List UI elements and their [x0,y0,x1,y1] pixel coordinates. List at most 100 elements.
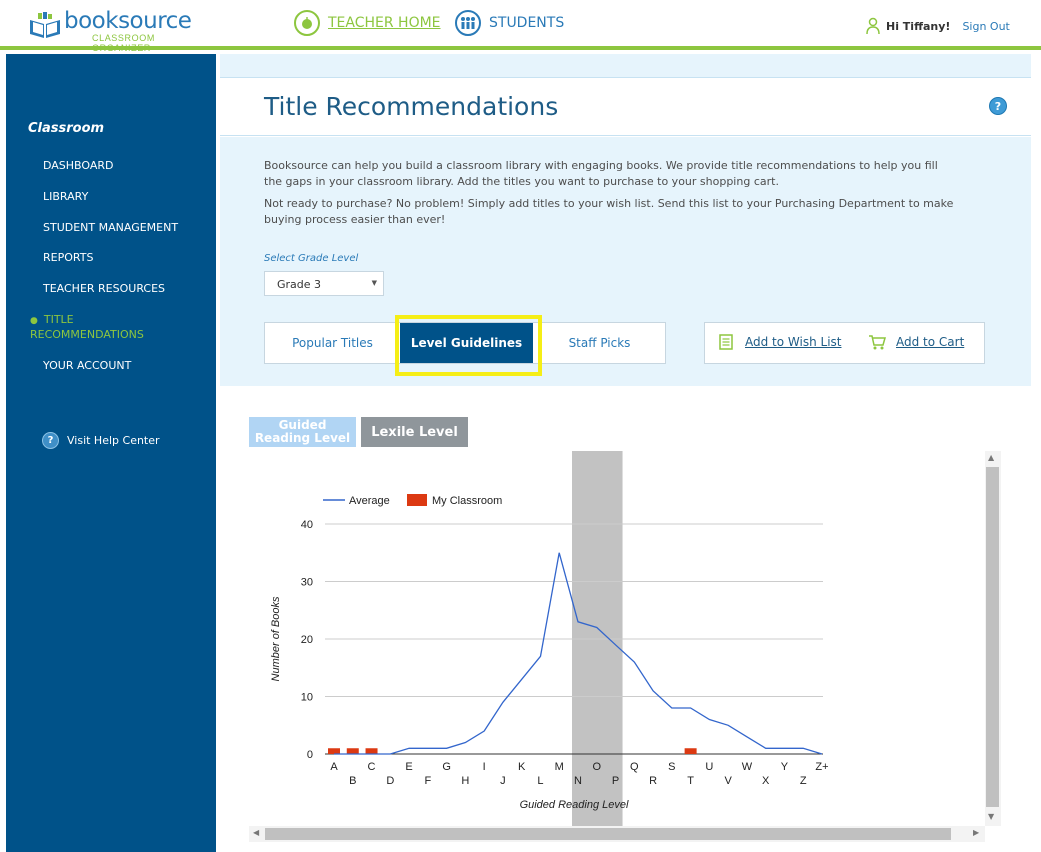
sidebar-item-library[interactable]: LIBRARY [43,190,88,203]
tab-level-guidelines[interactable]: Level Guidelines [400,323,533,363]
y-axis-title: Number of Books [270,596,282,681]
tab-popular-titles[interactable]: Popular Titles [265,323,400,363]
help-center-label: Visit Help Center [67,434,160,447]
dropdown-arrow-icon: ▼ [371,279,377,287]
x-tick-label: U [705,761,713,773]
user-greeting: Hi Tiffany! [886,19,951,33]
x-tick-label: S [668,761,675,773]
scroll-up-icon[interactable]: ▲ [988,453,994,462]
x-tick-label: G [442,761,451,773]
wish-list-label: Add to Wish List [745,335,842,349]
help-button[interactable]: ? [989,97,1007,115]
vertical-scroll-thumb[interactable] [986,467,999,807]
level-chart: 0 10 20 30 40 ABCDEFGH I JKLMNOPQRSTUVWXYZ Z+ Gui… [270,451,829,826]
wish-list-icon [719,334,733,350]
sidebar-item-title-recommendations[interactable]: ● TITLE [30,313,74,326]
user-menu: Hi Tiffany! Sign Out [866,16,1010,36]
booksource-logo[interactable]: booksource CLASSROOM ORGANIZER [28,6,208,53]
guided-reading-level-toggle[interactable]: Guided Reading Level [249,417,356,447]
user-icon [866,17,880,35]
sign-out-link[interactable]: Sign Out [962,20,1009,33]
add-to-cart-button[interactable]: Add to Cart [868,334,964,350]
sidebar-item-reports[interactable]: REPORTS [43,251,93,264]
add-to-wish-list-button[interactable]: Add to Wish List [719,334,842,350]
help-center-link[interactable]: ? Visit Help Center [42,432,160,449]
x-tick-label: H [461,775,469,787]
help-circle-icon: ? [42,432,59,449]
cart-icon [869,335,886,350]
x-tick-label: J [500,775,506,787]
y-tick-label: 10 [301,692,313,704]
top-strip [220,54,1031,78]
apple-icon [294,10,320,36]
intro-paragraph-1: Booksource can help you build a classroo… [264,159,938,188]
teacher-home-label: TEACHER HOME [328,15,441,31]
horizontal-scroll-thumb[interactable] [265,828,951,840]
sidebar-item-teacher-resources[interactable]: TEACHER RESOURCES [43,282,165,295]
sidebar-item-your-account[interactable]: YOUR ACCOUNT [43,359,131,372]
chart-frame: 0 10 20 30 40 A B C D E F G H I J K L M N O P Q R S T U V W X Y Z Z+ Gui… [249,451,985,826]
x-axis-title: Guided Reading Level [520,799,629,811]
book-logo-icon [30,12,60,38]
x-tick-label: R [649,775,657,787]
x-tick-label: C [368,761,376,773]
x-tick-label: T [687,775,694,787]
x-tick-label: I [483,761,486,773]
logo-subtitle: CLASSROOM ORGANIZER [92,33,155,53]
teacher-home-link[interactable]: TEACHER HOME [294,10,441,36]
x-tick-label: E [405,761,412,773]
x-tick-label: P [612,775,619,787]
sidebar-title: Classroom [28,121,105,136]
legend-average-label: Average [349,495,390,507]
classroom-bar [684,748,697,754]
y-tick-label: 40 [301,519,313,531]
y-tick-label: 0 [307,749,313,761]
intro-paragraph-2: Not ready to purchase? No problem! Simpl… [264,197,954,226]
classroom-bar [365,748,378,754]
x-tick-label: Q [630,761,639,773]
grade-level-label: Select Grade Level [264,253,359,264]
x-tick-label: D [386,775,394,787]
cart-label: Add to Cart [896,335,965,349]
x-tick-label: Z+ [815,761,828,773]
top-header: booksource CLASSROOM ORGANIZER TEACHER H… [0,0,1041,53]
vertical-scrollbar[interactable]: ▲ ▼ [985,451,1001,826]
classroom-bar [328,748,340,754]
active-bullet: ● [30,316,38,326]
sidebar-item-student-management[interactable]: STUDENT MANAGEMENT [43,221,178,234]
grade-level-value: Grade 3 [277,278,322,291]
page-title: Title Recommendations [264,92,559,121]
x-tick-label: X [762,775,770,787]
x-tick-label: A [330,761,338,773]
logo-name: booksource [64,8,192,34]
legend-classroom-label: My Classroom [432,495,502,507]
scroll-right-icon[interactable]: ▶ [973,828,979,837]
info-panel: Booksource can help you build a classroo… [220,137,1031,386]
x-tick-label: F [424,775,431,787]
scroll-left-icon[interactable]: ◀ [253,828,259,837]
horizontal-scrollbar[interactable]: ◀ ▶ [249,826,985,842]
tab-staff-picks[interactable]: Staff Picks [533,323,666,363]
students-label: STUDENTS [489,15,565,31]
cart-actions: Add to Wish List Add to Cart [704,322,985,364]
students-icon [455,10,481,36]
scroll-down-icon[interactable]: ▼ [988,812,994,821]
x-tick-label: K [518,761,526,773]
x-tick-label: N [574,775,582,787]
x-tick-label: W [742,761,753,773]
x-tick-label: V [724,775,732,787]
grade-level-select[interactable]: Grade 3 ▼ [264,271,384,296]
classroom-bar [346,748,359,754]
x-tick-label: O [592,761,601,773]
sidebar-item-label-line1: TITLE [43,313,74,326]
lexile-level-toggle[interactable]: Lexile Level [361,417,468,447]
y-tick-label: 20 [301,634,313,646]
students-link[interactable]: STUDENTS [455,10,564,36]
x-tick-label: B [349,775,356,787]
title-bar: Title Recommendations ? [220,78,1031,136]
sidebar-item-title-recommendations-line2[interactable]: RECOMMENDATIONS [30,328,144,341]
sidebar: Classroom DASHBOARD LIBRARY STUDENT MANA… [6,54,216,852]
recommendation-tabs: Popular Titles Level Guidelines Staff Pi… [264,322,666,364]
x-tick-label: L [537,775,543,787]
sidebar-item-dashboard[interactable]: DASHBOARD [43,159,114,172]
